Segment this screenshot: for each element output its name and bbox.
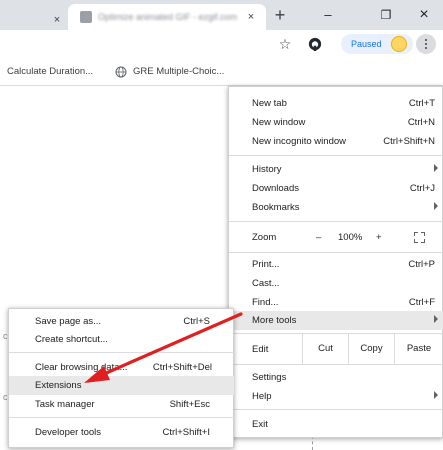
menu-item-print[interactable]: Print... Ctrl+P [229,255,443,274]
zoom-level: 100% [338,232,363,243]
menu-item-shortcut: Ctrl+Shift+N [383,136,435,147]
page-text-fragment: c [3,331,8,341]
favicon-icon [80,11,92,23]
menu-item-exit[interactable]: Exit [229,415,443,434]
menu-separator [229,409,443,410]
menu-item-more-tools[interactable]: More tools [229,311,443,330]
submenu-item-clear-browsing-data[interactable]: Clear browsing data... Ctrl+Shift+Del [9,358,234,377]
submenu-item-save-page[interactable]: Save page as... Ctrl+S [9,312,234,331]
menu-item-label: More tools [252,315,297,326]
bookmark-item[interactable]: Calculate Duration... [7,66,93,78]
menu-separator [229,155,443,156]
chrome-menu-button[interactable] [416,34,436,54]
dot-icon [425,43,427,45]
github-extension-icon[interactable] [306,35,324,53]
submenu-item-shortcut: Ctrl+Shift+I [162,427,210,438]
submenu-item-label: Save page as... [35,316,102,327]
submenu-item-shortcut: Shift+Esc [169,399,210,410]
menu-edit-row: Edit Cut Copy Paste [229,334,443,364]
menu-item-shortcut: Ctrl+N [407,117,435,128]
menu-item-label: Find... [252,297,279,308]
menu-item-label: History [252,164,282,175]
zoom-out-button[interactable]: – [316,231,321,244]
cut-button[interactable]: Cut [302,334,348,364]
paste-button[interactable]: Paste [394,334,443,364]
menu-item-cast[interactable]: Cast... [229,274,443,293]
menu-item-label: Zoom [252,232,277,243]
restore-button[interactable]: ❐ [376,5,396,25]
menu-item-label: Edit [252,344,269,355]
avatar [391,36,407,52]
more-tools-submenu: Save page as... Ctrl+S Create shortcut..… [8,308,234,448]
paused-label: Paused [351,39,382,49]
submenu-arrow-icon [434,391,438,399]
menu-item-label: Downloads [252,183,299,194]
menu-zoom-row: Zoom – 100% + [229,222,443,252]
menu-item-shortcut: Ctrl+P [408,259,435,270]
menu-item-new-incognito-window[interactable]: New incognito window Ctrl+Shift+N [229,132,443,151]
menu-item-label: Print... [252,259,280,270]
minimize-button[interactable]: – [318,5,338,25]
menu-item-shortcut: Ctrl+T [408,98,435,109]
submenu-item-label: Extensions [35,380,82,391]
menu-item-label: Bookmarks [252,202,300,213]
close-window-button[interactable]: × [414,5,434,25]
menu-item-bookmarks[interactable]: Bookmarks [229,198,443,217]
submenu-item-extensions[interactable]: Extensions [9,376,234,395]
tab-close-icon[interactable]: × [50,13,64,27]
tab-active[interactable]: Optimize animated GIF - ezgif.com × [68,4,266,30]
menu-item-label: New incognito window [252,136,346,147]
tab-close-icon[interactable]: × [244,10,258,24]
menu-separator [9,417,234,418]
menu-item-history[interactable]: History [229,160,443,179]
menu-item-shortcut: Ctrl+J [409,183,435,194]
submenu-item-developer-tools[interactable]: Developer tools Ctrl+Shift+I [9,423,234,442]
menu-item-settings[interactable]: Settings [229,368,443,387]
chrome-main-menu: New tab Ctrl+T New window Ctrl+N New inc… [228,86,443,438]
submenu-item-shortcut: Ctrl+S [183,316,210,327]
submenu-item-create-shortcut[interactable]: Create shortcut... [9,330,234,349]
menu-item-new-window[interactable]: New window Ctrl+N [229,113,443,132]
tab-strip: × Optimize animated GIF - ezgif.com × + … [0,0,443,30]
menu-item-label: Settings [252,372,287,383]
menu-item-label: New tab [252,98,287,109]
bookmarks-bar: Calculate Duration... GRE Multiple-Choic… [0,58,443,86]
globe-icon [114,65,128,79]
page-text-fragment: c [3,392,8,402]
toolbar: ☆ Paused [0,30,443,58]
submenu-item-task-manager[interactable]: Task manager Shift+Esc [9,395,234,414]
star-bookmark-icon[interactable]: ☆ [276,35,294,53]
menu-item-label: Cast... [252,278,280,289]
menu-item-label: Exit [252,419,268,430]
profile-paused-button[interactable]: Paused [341,34,413,54]
menu-separator [9,352,234,353]
submenu-arrow-icon [434,202,438,210]
submenu-item-label: Task manager [35,399,95,410]
menu-separator [229,364,443,365]
submenu-arrow-icon [434,164,438,172]
menu-item-label: Help [252,391,272,402]
menu-item-label: New window [252,117,306,128]
menu-item-downloads[interactable]: Downloads Ctrl+J [229,179,443,198]
menu-item-find[interactable]: Find... Ctrl+F [229,293,443,312]
fullscreen-icon[interactable] [414,232,425,243]
tab-title: Optimize animated GIF - ezgif.com [98,12,238,22]
zoom-in-button[interactable]: + [376,231,382,244]
copy-button[interactable]: Copy [348,334,394,364]
submenu-arrow-icon [434,315,438,323]
new-tab-button[interactable]: + [270,5,290,25]
submenu-item-label: Developer tools [35,427,102,438]
menu-separator [229,252,443,253]
submenu-item-label: Create shortcut... [35,334,108,345]
submenu-item-label: Clear browsing data... [35,362,128,373]
tab-inactive[interactable]: × [0,5,68,30]
menu-item-help[interactable]: Help [229,387,443,406]
menu-item-new-tab[interactable]: New tab Ctrl+T [229,94,443,113]
submenu-item-shortcut: Ctrl+Shift+Del [152,362,212,373]
bookmark-item[interactable]: GRE Multiple-Choic... [133,66,224,78]
dot-icon [425,39,427,41]
menu-item-shortcut: Ctrl+F [408,297,435,308]
dot-icon [425,47,427,49]
